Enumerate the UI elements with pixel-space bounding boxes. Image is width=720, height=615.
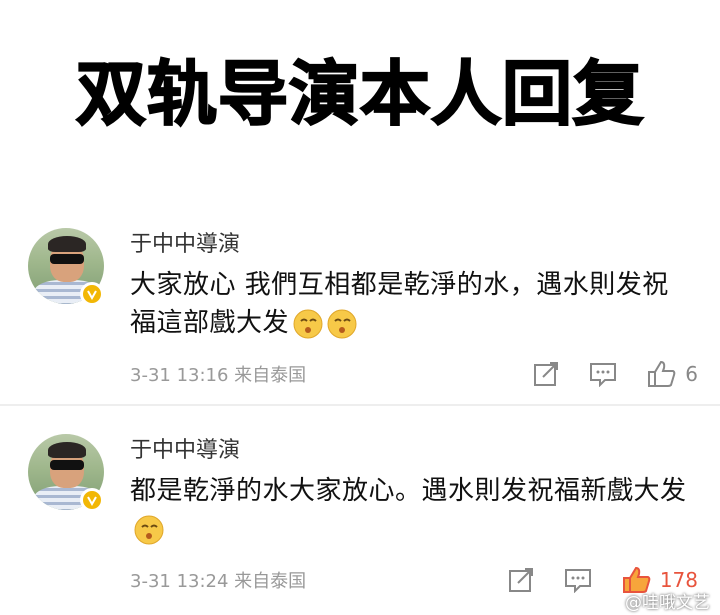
page-headline: 双轨导演本人回复 [75, 52, 644, 136]
emoji-icon [134, 515, 164, 545]
comment-item: 于中中導演 大家放心 我們互相都是乾淨的水，遇水則发祝福這部戲大发 3-31 1… [0, 228, 720, 408]
divider [0, 404, 720, 406]
watermark: @哇哦文艺 [625, 593, 710, 613]
emoji-icon [327, 309, 357, 339]
comment-meta: 3-31 13:24 来自泰国 [130, 571, 307, 592]
verified-badge-icon [80, 488, 104, 512]
share-icon [534, 362, 559, 386]
share-button[interactable] [533, 361, 559, 387]
like-button[interactable]: 6 [647, 360, 698, 388]
comment-text: 都是乾淨的水大家放心。遇水則发祝福新戲大发 [130, 472, 690, 548]
verified-badge-icon [80, 282, 104, 306]
like-count: 6 [685, 362, 698, 386]
comment-item: 于中中導演 都是乾淨的水大家放心。遇水則发祝福新戲大发 3-31 13:24 来… [0, 434, 720, 614]
comment-icon [590, 363, 617, 387]
comment-author[interactable]: 于中中導演 [130, 436, 240, 466]
comment-meta: 3-31 13:16 来自泰国 [130, 365, 307, 386]
comment-button[interactable] [589, 361, 617, 387]
emoji-icon [293, 309, 323, 339]
share-button[interactable] [508, 567, 534, 593]
avatar[interactable] [28, 228, 104, 306]
like-icon [648, 360, 676, 387]
comment-text: 大家放心 我們互相都是乾淨的水，遇水則发祝福這部戲大发 [130, 270, 669, 339]
comment-button[interactable] [564, 567, 592, 593]
avatar[interactable] [28, 434, 104, 512]
share-icon [508, 568, 533, 592]
comment-author[interactable]: 于中中導演 [130, 230, 240, 260]
comment-icon [564, 569, 591, 593]
